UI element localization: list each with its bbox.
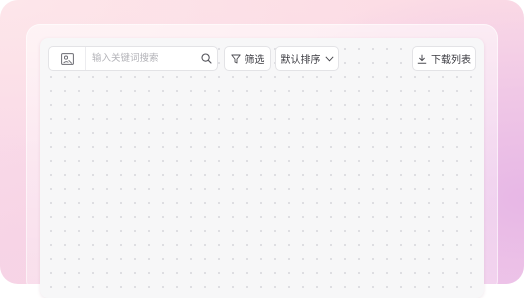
search-input[interactable] — [86, 48, 195, 69]
image-search-button[interactable] — [49, 47, 86, 70]
search-submit-button[interactable] — [195, 47, 217, 70]
content-panel: 筛选 默认排序 下载列表 — [40, 38, 484, 298]
filter-button[interactable]: 筛选 — [224, 46, 271, 71]
download-list-button[interactable]: 下载列表 — [412, 46, 476, 71]
download-label: 下载列表 — [431, 55, 471, 66]
download-icon — [417, 54, 427, 64]
sort-dropdown[interactable]: 默认排序 — [275, 46, 339, 71]
search-box — [48, 46, 218, 71]
toolbar: 筛选 默认排序 下载列表 — [48, 46, 476, 73]
image-search-icon — [60, 52, 74, 65]
search-icon — [200, 53, 212, 64]
chevron-down-icon — [324, 55, 334, 62]
sort-label: 默认排序 — [280, 55, 321, 66]
filter-icon — [230, 54, 241, 63]
filter-label: 筛选 — [244, 55, 265, 66]
